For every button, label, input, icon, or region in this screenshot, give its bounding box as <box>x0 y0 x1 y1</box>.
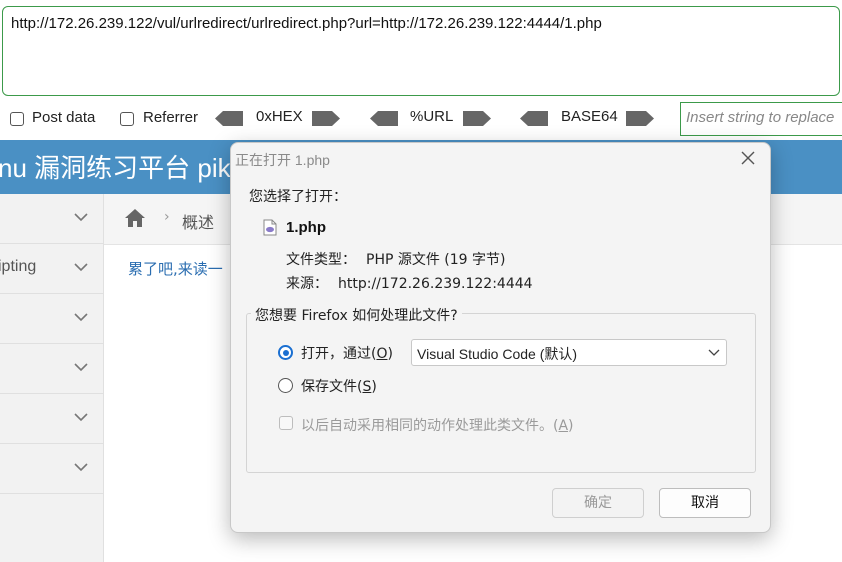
home-icon[interactable] <box>124 208 146 228</box>
open-with-label[interactable]: 打开，通过(O) <box>301 343 393 363</box>
source-row: 来源： http://172.26.239.122:4444 <box>286 273 533 293</box>
sidebar-item[interactable] <box>0 494 103 544</box>
close-icon[interactable] <box>741 151 755 165</box>
sidebar: ipting <box>0 194 104 562</box>
content-link[interactable]: 累了吧,来读一 <box>128 258 223 279</box>
base64-encode-arrow-icon[interactable] <box>626 111 654 126</box>
chevron-down-icon <box>74 263 88 272</box>
sidebar-item-label: ipting <box>0 258 37 275</box>
url-text: http://172.26.239.122/vul/urlredirect/ur… <box>11 15 602 32</box>
save-file-radio[interactable] <box>278 378 293 393</box>
referrer-checkbox[interactable] <box>120 112 134 126</box>
url-enc-label: %URL <box>410 108 454 125</box>
sidebar-item[interactable] <box>0 394 103 444</box>
url-encode-arrow-icon[interactable] <box>463 111 491 126</box>
hex-label: 0xHEX <box>256 108 303 125</box>
file-type-value: PHP 源文件 (19 字节) <box>366 252 506 268</box>
file-name: 1.php <box>286 219 326 236</box>
referrer-label[interactable]: Referrer <box>143 109 198 126</box>
chevron-down-icon <box>74 413 88 422</box>
sidebar-item[interactable]: ipting <box>0 244 103 294</box>
breadcrumb-separator: › <box>164 209 170 225</box>
chevron-down-icon <box>74 463 88 472</box>
source-label: 来源： <box>286 276 328 292</box>
open-file-dialog: 正在打开 1.php 您选择了打开： 1.php 文件类型： PHP 源文件 (1… <box>230 142 771 533</box>
save-file-label[interactable]: 保存文件(S) <box>301 376 377 396</box>
file-type-label: 文件类型： <box>286 252 356 268</box>
chevron-down-icon <box>708 349 720 356</box>
php-file-icon <box>263 219 277 236</box>
chevron-down-icon <box>74 363 88 372</box>
replace-input[interactable]: Insert string to replace <box>680 102 842 136</box>
sidebar-item[interactable] <box>0 344 103 394</box>
hex-decode-arrow-icon[interactable] <box>215 111 243 126</box>
action-question: 您想要 Firefox 如何处理此文件? <box>251 305 462 325</box>
app-select-value: Visual Studio Code (默认) <box>417 346 578 362</box>
hex-encode-arrow-icon[interactable] <box>312 111 340 126</box>
post-data-label[interactable]: Post data <box>32 109 95 126</box>
ok-button[interactable]: 确定 <box>552 488 644 518</box>
app-select[interactable]: Visual Studio Code (默认) <box>411 339 727 366</box>
chosen-text: 您选择了打开： <box>249 189 347 205</box>
site-title: nu 漏洞练习平台 pika <box>0 153 246 183</box>
open-with-radio[interactable] <box>278 345 293 360</box>
auto-action-checkbox[interactable] <box>279 416 293 430</box>
sidebar-item[interactable] <box>0 294 103 344</box>
chevron-down-icon <box>74 213 88 222</box>
url-decode-arrow-icon[interactable] <box>370 111 398 126</box>
base64-label: BASE64 <box>561 108 618 125</box>
cancel-button[interactable]: 取消 <box>659 488 751 518</box>
dialog-title: 正在打开 1.php <box>235 152 330 168</box>
auto-action-label: 以后自动采用相同的动作处理此类文件。(A) <box>301 418 574 434</box>
url-textarea[interactable]: http://172.26.239.122/vul/urlredirect/ur… <box>2 6 840 96</box>
file-type-row: 文件类型： PHP 源文件 (19 字节) <box>286 249 506 269</box>
chevron-down-icon <box>74 313 88 322</box>
base64-decode-arrow-icon[interactable] <box>520 111 548 126</box>
sidebar-item[interactable] <box>0 194 103 244</box>
source-value: http://172.26.239.122:4444 <box>338 276 533 292</box>
breadcrumb-current[interactable]: 概述 <box>182 209 214 233</box>
hackbar-toolbar: Post data Referrer 0xHEX %URL BASE64 Ins… <box>0 102 842 136</box>
sidebar-item[interactable] <box>0 444 103 494</box>
post-data-checkbox[interactable] <box>10 112 24 126</box>
